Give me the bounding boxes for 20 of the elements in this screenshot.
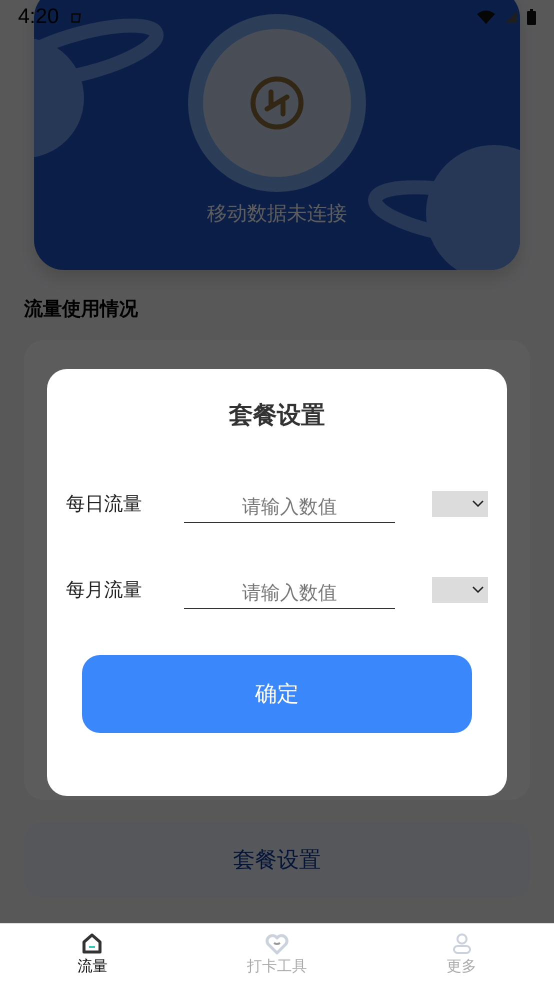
nav-tab[interactable]: 打卡工具: [184, 924, 370, 984]
home-icon: [81, 932, 104, 954]
signal-icon: [505, 11, 517, 23]
nav-tab[interactable]: 更多: [369, 924, 554, 984]
nav-tab[interactable]: 流量: [0, 924, 185, 984]
heart-icon: [265, 932, 289, 954]
person-icon: [452, 932, 472, 954]
dialog-title: 套餐设置: [228, 400, 326, 431]
wifi-icon: [477, 10, 495, 24]
connection-status: 移动数据未连接: [207, 200, 347, 227]
confirm-button[interactable]: 确定: [82, 655, 472, 733]
field-label: 每月流量: [66, 578, 143, 603]
chevron-down-icon: [472, 500, 484, 508]
data-off-icon: [249, 75, 305, 131]
unit-dropdown[interactable]: [432, 577, 488, 603]
battery-icon: [527, 9, 536, 25]
chevron-down-icon: [472, 586, 484, 594]
unit-dropdown[interactable]: [432, 491, 488, 517]
section-title: 流量使用情况: [24, 297, 138, 322]
field-label: 每日流量: [66, 492, 143, 517]
